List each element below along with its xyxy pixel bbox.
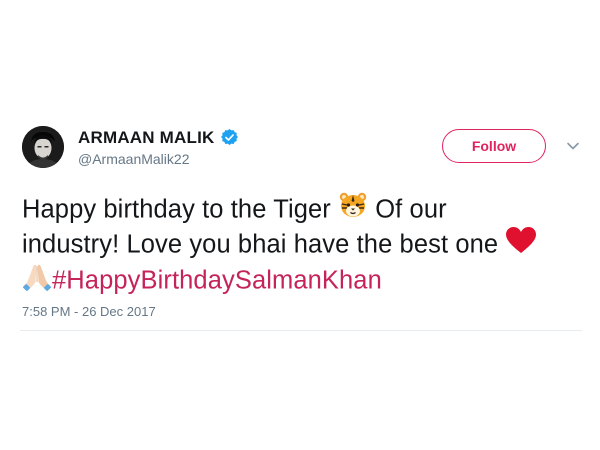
folded-hands-icon [22,261,52,297]
hashtag-link[interactable]: #HappyBirthdaySalmanKhan [52,266,382,294]
user-handle[interactable]: @ArmaanMalik22 [78,151,189,167]
tiger-face-icon [338,190,368,226]
follow-button[interactable]: Follow [442,129,546,163]
tweet-card: ARMAAN MALIK @ArmaanMalik22 Follow Happy… [0,0,600,450]
user-display-name[interactable]: ARMAAN MALIK [78,128,215,148]
tweet-text-segment: Happy birthday to the Tiger [22,195,331,224]
avatar[interactable] [22,126,64,168]
divider [20,330,582,331]
tweet-text-line-3: #HappyBirthdaySalmanKhan [22,264,382,300]
tweet-timestamp[interactable]: 7:58 PM - 26 Dec 2017 [22,304,156,319]
verified-badge-icon [221,129,238,146]
tweet-text-segment: industry! Love you bhai have the best on… [22,230,499,259]
tweet-text-segment: Of our [375,195,447,224]
chevron-down-icon[interactable] [566,141,580,151]
red-heart-icon [505,226,537,260]
avatar-photo [22,126,64,168]
tweet-text-line-2: industry! Love you bhai have the best on… [22,226,537,263]
tweet-text-line-1: Happy birthday to the Tiger Of our [22,190,447,229]
